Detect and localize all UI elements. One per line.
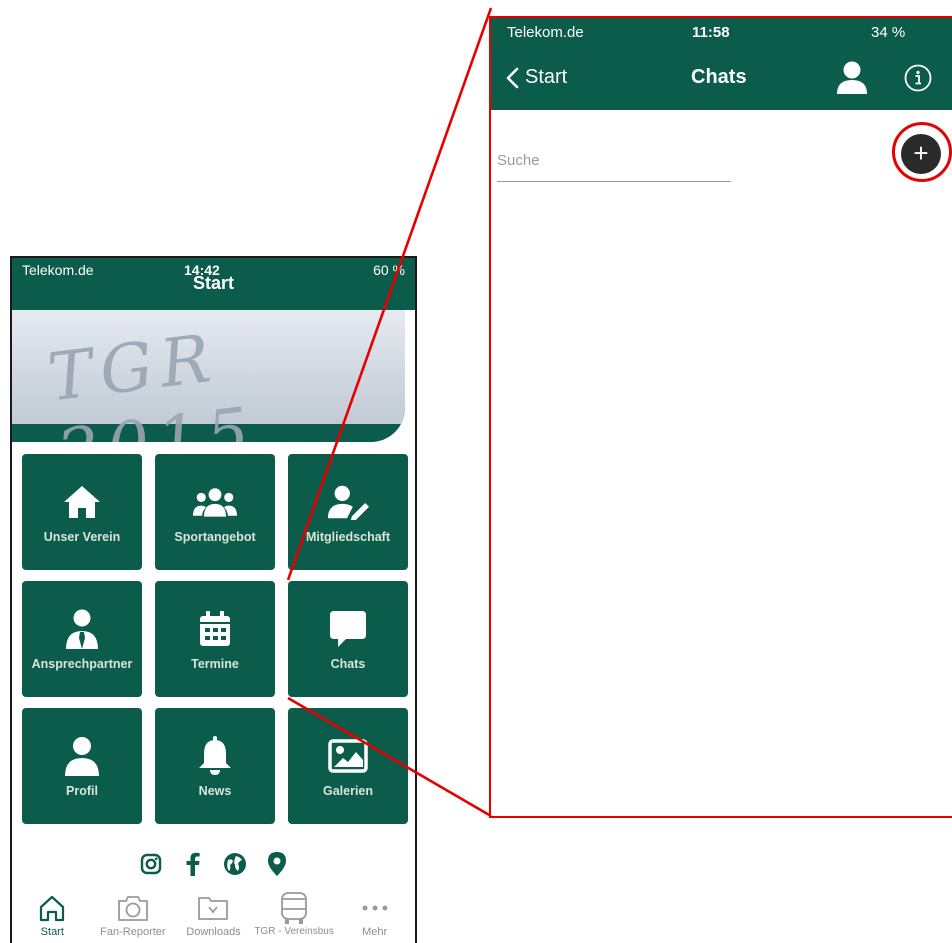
gallery-icon [326,734,370,778]
tab-downloads[interactable]: Downloads [175,890,251,938]
tile-mitgliedschaft[interactable]: Mitgliedschaft [288,454,408,570]
page-title: Start [192,273,234,293]
tile-label: Sportangebot [174,530,256,544]
globe-icon[interactable] [223,852,247,876]
tab-label: TGR - Vereinsbus [254,926,334,937]
tab-vereinsbus[interactable]: TGR - Vereinsbus [254,890,334,937]
tab-label: Fan-Reporter [100,926,166,938]
search-placeholder: Suche [497,152,540,169]
info-icon[interactable] [904,64,932,92]
chat-icon [326,607,370,651]
camera-icon [115,890,151,926]
tile-galerien[interactable]: Galerien [288,708,408,824]
tile-label: Chats [330,657,366,671]
calendar-icon [193,607,237,651]
profile-icon [60,734,104,778]
tile-label: News [198,784,232,798]
status-carrier: Telekom.de [507,24,584,41]
home-screen: Telekom.de 14:42 60 % Start TGR 2015 Uns… [10,256,417,943]
bus-icon [276,890,312,926]
chevron-left-icon [506,67,519,88]
home-outline-icon [34,890,70,926]
tile-label: Ansprechpartner [31,657,133,671]
status-bar: Telekom.de 11:58 34 % [491,24,952,46]
facebook-icon[interactable] [181,852,205,876]
more-dots-icon [357,890,393,926]
tile-label: Unser Verein [43,530,121,544]
tab-label: Start [40,926,64,938]
club-banner: TGR 2015 [12,310,405,442]
page-title: Chats [691,66,747,88]
tab-start[interactable]: Start [14,890,90,938]
tab-fan-reporter[interactable]: Fan-Reporter [95,890,171,938]
tile-termine[interactable]: Termine [155,581,275,697]
tile-unser-verein[interactable]: Unser Verein [22,454,142,570]
user-edit-icon [326,480,370,524]
back-label: Start [525,66,568,88]
location-pin-icon[interactable] [265,852,289,876]
tab-bar: Start Fan-Reporter Downloads TGR - Verei… [12,884,415,943]
nav-bar: Telekom.de 11:58 34 % Start Chats [491,18,952,110]
tile-news[interactable]: News [155,708,275,824]
download-folder-icon [195,890,231,926]
contact-person-icon [60,607,104,651]
tab-mehr[interactable]: Mehr [337,890,413,938]
search-input[interactable]: Suche [497,146,731,182]
tile-profil[interactable]: Profil [22,708,142,824]
tile-ansprechpartner[interactable]: Ansprechpartner [22,581,142,697]
chats-screen: Telekom.de 11:58 34 % Start Chats Suche … [489,16,952,818]
add-chat-button[interactable]: + [901,134,941,174]
tile-chats[interactable]: Chats [288,581,408,697]
group-icon [193,480,237,524]
social-links [12,848,415,880]
back-button[interactable]: Start [505,66,567,89]
bell-icon [193,734,237,778]
tile-label: Termine [191,657,239,671]
tile-label: Galerien [322,784,374,798]
instagram-icon[interactable] [139,852,163,876]
status-time: 11:58 [692,24,730,41]
snow-writing: TGR 2015 [43,319,261,442]
tile-label: Profil [66,784,98,798]
home-icon [60,480,104,524]
tile-sportangebot[interactable]: Sportangebot [155,454,275,570]
tile-label: Mitgliedschaft [305,530,391,544]
snow-photo: TGR 2015 [12,310,405,442]
tab-label: Mehr [362,926,388,938]
user-icon[interactable] [835,60,869,94]
status-battery: 34 % [871,24,906,41]
tab-label: Downloads [186,926,241,938]
